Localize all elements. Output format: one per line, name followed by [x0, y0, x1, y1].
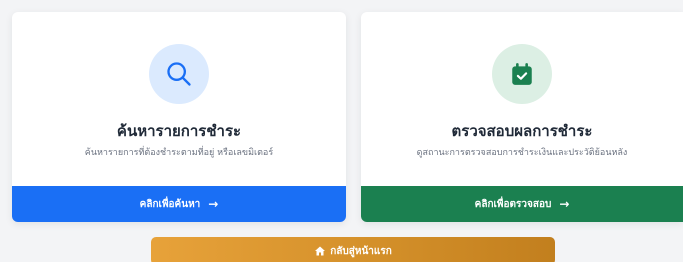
calendar-check-icon	[512, 63, 532, 85]
check-card-title: ตรวจสอบผลการชำระ	[451, 122, 593, 140]
check-button-label: คลิกเพื่อตรวจสอบ	[474, 198, 552, 210]
check-card-subtitle: ดูสถานะการตรวจสอบการชำระเงินและประวัติย้…	[416, 148, 628, 158]
search-card-title: ค้นหารายการชำระ	[116, 122, 242, 140]
service-selection: ค้นหารายการชำระ ค้นหารายการที่ต้องชำระตา…	[0, 0, 683, 262]
home-button[interactable]: กลับสู่หน้าแรก	[151, 237, 555, 262]
search-payment-card: ค้นหารายการชำระ ค้นหารายการที่ต้องชำระตา…	[12, 12, 346, 222]
search-icon-circle	[149, 44, 209, 104]
home-icon	[315, 246, 326, 255]
search-card-subtitle: ค้นหารายการที่ต้องชำระตามที่อยู่ หรือเลข…	[84, 148, 274, 158]
calendar-icon-circle	[492, 44, 552, 104]
arrow-right-icon: →	[559, 197, 570, 211]
search-button[interactable]: คลิกเพื่อค้นหา →	[12, 186, 346, 222]
check-payment-card: ตรวจสอบผลการชำระ ดูสถานะการตรวจสอบการชำร…	[361, 12, 683, 222]
check-button[interactable]: คลิกเพื่อตรวจสอบ →	[361, 186, 683, 222]
home-button-label: กลับสู่หน้าแรก	[330, 245, 392, 257]
search-button-label: คลิกเพื่อค้นหา	[139, 198, 201, 210]
arrow-right-icon: →	[208, 197, 219, 211]
search-icon	[167, 62, 191, 86]
